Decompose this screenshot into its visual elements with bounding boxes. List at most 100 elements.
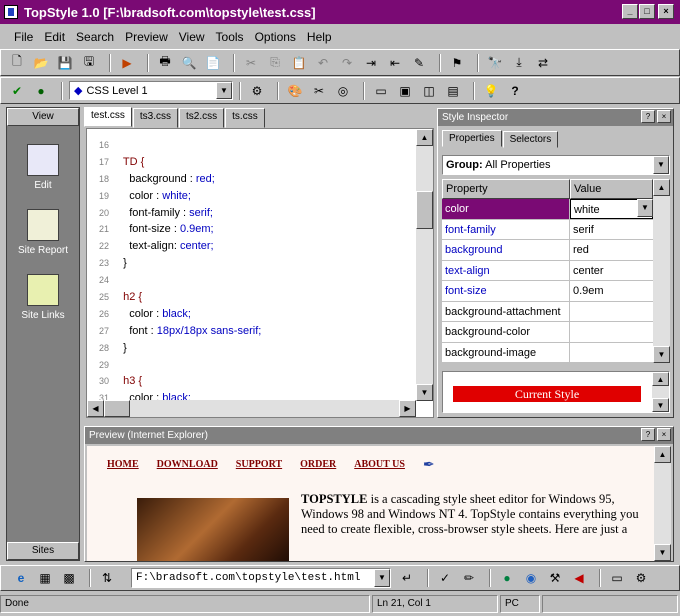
scroll-right-icon[interactable]: ▶ — [399, 400, 416, 417]
selector-wizard-icon[interactable]: ✂ — [309, 81, 329, 101]
tab-properties[interactable]: Properties — [442, 130, 502, 147]
target-icon[interactable]: ◎ — [333, 81, 353, 101]
nav-about-link[interactable]: ABOUT US — [354, 459, 405, 470]
column-property[interactable]: Property — [442, 179, 570, 199]
cut-icon[interactable]: ✂ — [241, 53, 261, 73]
tools-icon[interactable]: ⚒ — [545, 568, 565, 588]
sidebar-sites-button[interactable]: Sites — [7, 542, 79, 560]
property-row[interactable]: background red — [442, 240, 653, 261]
menu-options[interactable]: Options — [255, 30, 296, 44]
scroll-down-icon[interactable]: ▼ — [416, 384, 433, 401]
editor-vertical-scrollbar[interactable]: ▲ ▼ — [416, 129, 433, 401]
open-folder-icon[interactable]: 📂 — [31, 53, 51, 73]
chevron-down-icon[interactable]: ▼ — [653, 156, 669, 174]
property-value[interactable] — [570, 322, 653, 342]
network-icon[interactable]: ◉ — [521, 568, 541, 588]
code-line[interactable]: 27 font : 18px/18px sans-serif; — [87, 323, 415, 340]
code-editor[interactable]: 16 17 TD {18 background : red; 19 color : … — [86, 128, 434, 418]
color-picker-icon[interactable]: 🎨 — [285, 81, 305, 101]
style-check-icon[interactable]: ⚙ — [247, 81, 267, 101]
browser-grid-icon[interactable]: ▩ — [59, 568, 79, 588]
help-icon[interactable]: ? — [641, 428, 655, 441]
netscape-icon[interactable]: ▦ — [35, 568, 55, 588]
validate-icon[interactable]: ✓ — [435, 568, 455, 588]
app-icon[interactable] — [4, 5, 18, 19]
scroll-up-icon[interactable]: ▲ — [416, 129, 433, 146]
find-icon[interactable]: 🔭 — [485, 53, 505, 73]
settings-icon[interactable]: ⚙ — [631, 568, 651, 588]
property-value[interactable] — [570, 343, 653, 363]
nav-home-link[interactable]: HOME — [107, 459, 139, 470]
property-row[interactable]: color white ▼ — [442, 199, 653, 220]
indent-icon[interactable]: ⇥ — [361, 53, 381, 73]
menu-edit[interactable]: Edit — [44, 30, 65, 44]
view-inspector-icon[interactable]: ▤ — [443, 81, 463, 101]
close-button[interactable]: × — [658, 4, 674, 19]
redo-icon[interactable]: ↷ — [337, 53, 357, 73]
chevron-down-icon[interactable]: ▼ — [637, 199, 653, 217]
code-line[interactable]: 25 h2 { — [87, 289, 415, 306]
stop-icon[interactable]: ● — [31, 81, 51, 101]
close-icon[interactable]: × — [657, 428, 671, 441]
go-icon[interactable]: ↵ — [397, 568, 417, 588]
sidebar-item-edit[interactable]: Edit — [7, 144, 79, 191]
save-all-icon[interactable]: 🖫 — [79, 53, 99, 73]
column-value[interactable]: Value — [570, 179, 653, 199]
property-row[interactable]: background-color — [442, 322, 653, 343]
print-preview-icon[interactable]: 🔍 — [179, 53, 199, 73]
grid-scrollbar[interactable]: ▲ ▼ — [653, 179, 670, 363]
code-line[interactable]: 19 color : white; — [87, 188, 415, 205]
preview-scrollbar[interactable]: ▲ ▼ — [654, 446, 671, 561]
menu-help[interactable]: Help — [307, 30, 332, 44]
scroll-up-icon[interactable]: ▲ — [654, 446, 671, 463]
code-line[interactable]: 23 } — [87, 255, 415, 272]
code-line[interactable]: 26 color : black; — [87, 306, 415, 323]
refresh-icon[interactable]: ⇅ — [97, 568, 117, 588]
menu-search[interactable]: Search — [76, 30, 114, 44]
menu-file[interactable]: File — [14, 30, 33, 44]
replace-icon[interactable]: ⇄ — [533, 53, 553, 73]
view-preview-icon[interactable]: ▣ — [395, 81, 415, 101]
tab-ts3-css[interactable]: ts3.css — [132, 108, 179, 128]
tip-bulb-icon[interactable]: 💡 — [481, 81, 501, 101]
tab-ts-css[interactable]: ts.css — [225, 108, 265, 128]
undo-icon[interactable]: ↶ — [313, 53, 333, 73]
pen-icon[interactable]: ✏ — [459, 568, 479, 588]
property-value[interactable]: red — [570, 240, 653, 260]
property-row[interactable]: background-attachment — [442, 301, 653, 322]
hscroll-thumb[interactable] — [104, 400, 130, 417]
help-icon[interactable]: ? — [641, 110, 655, 123]
address-field[interactable]: F:\bradsoft.com\topstyle\test.html ▼ — [131, 568, 391, 588]
view-split-icon[interactable]: ◫ — [419, 81, 439, 101]
menu-tools[interactable]: Tools — [216, 30, 244, 44]
scroll-thumb[interactable] — [416, 191, 433, 229]
property-row[interactable]: background-image — [442, 342, 653, 363]
minimize-button[interactable]: _ — [622, 4, 638, 19]
group-select[interactable]: Group: All Properties ▼ — [442, 155, 670, 175]
maximize-button[interactable]: □ — [639, 4, 655, 19]
css-level-select[interactable]: ◆ CSS Level 1 ▼ — [69, 81, 233, 100]
help-icon[interactable]: ? — [505, 81, 525, 101]
chevron-down-icon[interactable]: ▼ — [374, 569, 390, 587]
close-icon[interactable]: × — [657, 110, 671, 123]
code-line[interactable]: 21 font-size : 0.9em; — [87, 221, 415, 238]
scroll-down-icon[interactable]: ▼ — [653, 346, 670, 363]
code-line[interactable]: 28 } — [87, 340, 415, 357]
code-line[interactable]: 29 — [87, 357, 415, 374]
code-line[interactable]: 30 h3 { — [87, 373, 415, 390]
scroll-down-icon[interactable]: ▼ — [654, 544, 671, 561]
code-line[interactable]: 17 TD { — [87, 154, 415, 171]
speaker-icon[interactable]: ◀ — [569, 568, 589, 588]
paste-icon[interactable]: 📋 — [289, 53, 309, 73]
code-line[interactable]: 20 font-family : serif; — [87, 205, 415, 222]
nav-download-link[interactable]: DOWNLOAD — [157, 459, 218, 470]
copy-icon[interactable]: ⎘ — [265, 53, 285, 73]
comment-icon[interactable]: ✎ — [409, 53, 429, 73]
scroll-up-icon[interactable]: ▲ — [652, 372, 669, 386]
code-line[interactable]: 24 — [87, 272, 415, 289]
property-value[interactable]: center — [570, 261, 653, 281]
scroll-down-icon[interactable]: ▼ — [652, 398, 669, 412]
check-ok-icon[interactable]: ✔ — [7, 81, 27, 101]
view-code-icon[interactable]: ▭ — [371, 81, 391, 101]
code-line[interactable]: 16 — [87, 137, 415, 154]
